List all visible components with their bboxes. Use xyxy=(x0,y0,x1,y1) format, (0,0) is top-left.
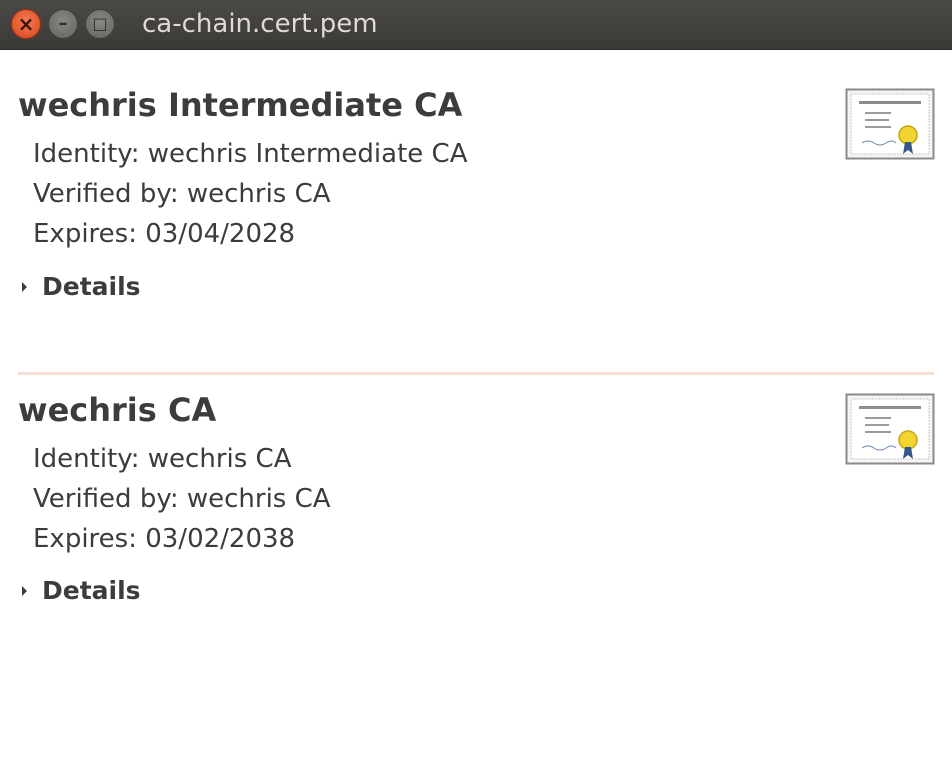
minimize-icon: – xyxy=(58,13,68,34)
expander-arrow-icon xyxy=(22,585,27,596)
certificate-verified-by: Verified by: wechris CA xyxy=(33,179,331,209)
details-expander[interactable]: Details xyxy=(22,576,141,605)
close-icon: × xyxy=(17,12,35,36)
certificate-name: wechris CA xyxy=(18,391,217,429)
certificate-identity: Identity: wechris Intermediate CA xyxy=(33,139,468,169)
details-expander[interactable]: Details xyxy=(22,272,141,301)
expander-arrow-icon xyxy=(22,281,27,292)
certificate-identity: Identity: wechris CA xyxy=(33,444,292,474)
section-divider xyxy=(18,372,934,375)
minimize-button[interactable]: – xyxy=(48,9,78,39)
close-button[interactable]: × xyxy=(11,9,41,39)
details-label: Details xyxy=(42,272,141,301)
details-label: Details xyxy=(42,576,141,605)
certificate-verified-by: Verified by: wechris CA xyxy=(33,484,331,514)
maximize-icon: □ xyxy=(92,14,108,33)
certificate-expires: Expires: 03/04/2028 xyxy=(33,219,296,249)
certificate-icon xyxy=(845,88,935,160)
certificate-icon xyxy=(845,393,935,465)
window-title: ca-chain.cert.pem xyxy=(142,9,378,39)
maximize-button[interactable]: □ xyxy=(85,9,115,39)
certificate-expires: Expires: 03/02/2038 xyxy=(33,524,296,554)
window-titlebar: × – □ ca-chain.cert.pem xyxy=(0,0,952,50)
certificate-name: wechris Intermediate CA xyxy=(18,86,463,124)
